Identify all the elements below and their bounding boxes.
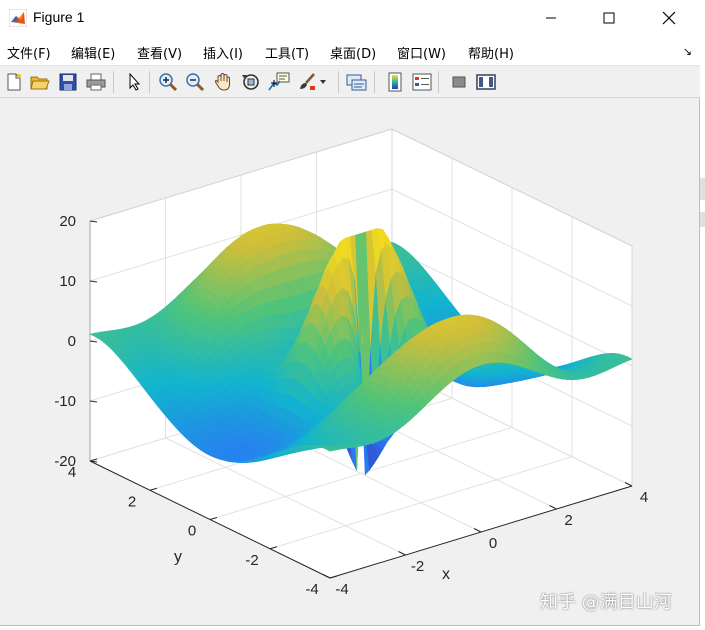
toolbar-separator xyxy=(374,71,375,93)
data-cursor-button[interactable] xyxy=(268,71,290,93)
minimize-icon xyxy=(546,17,556,19)
save-icon xyxy=(59,73,77,91)
data-cursor-icon xyxy=(268,72,290,91)
brush-button[interactable] xyxy=(296,71,318,93)
zoom-out-button[interactable] xyxy=(184,71,206,93)
open-file-button[interactable] xyxy=(29,71,51,93)
dock-arrow-icon[interactable]: ↘ xyxy=(683,45,692,58)
background-window-tab xyxy=(700,178,705,200)
toolbar-separator xyxy=(438,71,439,93)
watermark-text: 知乎 @满目山河 xyxy=(540,592,672,613)
zoom-out-icon xyxy=(186,73,205,92)
edit-plot-button[interactable] xyxy=(123,71,145,93)
edit-plot-arrow-icon xyxy=(129,73,141,91)
save-button[interactable] xyxy=(57,71,79,93)
window-title: Figure 1 xyxy=(33,9,85,25)
link-plot-button[interactable] xyxy=(346,71,368,93)
print-button[interactable] xyxy=(85,71,107,93)
link-plot-icon xyxy=(346,74,367,91)
print-icon xyxy=(86,73,106,91)
show-plot-tools-icon xyxy=(476,74,496,90)
menu-bar: 文件(F) 编辑(E) 查看(V) 插入(I) 工具(T) 桌面(D) 窗口(W… xyxy=(0,36,700,66)
menu-edit[interactable]: 编辑(E) xyxy=(71,43,115,62)
z-tick-label: -10 xyxy=(54,393,76,410)
pan-button[interactable] xyxy=(212,71,234,93)
surface-chart[interactable]: -20-1001020-4-2024-4-2024xy xyxy=(0,98,699,625)
y-tick-label: -4 xyxy=(305,581,318,598)
menu-desktop[interactable]: 桌面(D) xyxy=(330,43,376,62)
y-axis-label: y xyxy=(174,549,182,566)
insert-colorbar-button[interactable] xyxy=(384,71,406,93)
new-figure-button[interactable] xyxy=(3,71,25,93)
open-file-icon xyxy=(30,76,50,90)
brush-dropdown-button[interactable] xyxy=(318,71,328,93)
brush-icon xyxy=(300,73,315,90)
y-tick-label: 2 xyxy=(128,493,136,510)
colorbar-icon xyxy=(388,72,402,92)
toolbar xyxy=(0,66,700,98)
show-plot-tools-button[interactable] xyxy=(475,71,497,93)
menu-insert[interactable]: 插入(I) xyxy=(203,43,243,62)
plot-area: -20 -10 0 10 20 -4 -2 0 2 4 -4 -2 0 2 4 x y xyxy=(0,98,699,625)
x-tick-label: 0 xyxy=(489,535,497,552)
zoom-in-button[interactable] xyxy=(157,71,179,93)
menu-help[interactable]: 帮助(H) xyxy=(468,43,514,62)
toolbar-separator xyxy=(113,71,114,93)
matlab-logo-icon xyxy=(9,9,27,27)
x-tick-label: 2 xyxy=(564,512,572,529)
z-tick-label: 0 xyxy=(68,333,76,350)
x-tick-label: -2 xyxy=(411,558,424,575)
menu-file[interactable]: 文件(F) xyxy=(7,43,51,62)
hide-plot-tools-icon xyxy=(452,76,466,88)
x-axis-label: x xyxy=(442,566,450,583)
pan-hand-icon xyxy=(214,72,230,91)
zoom-in-icon xyxy=(159,73,178,92)
toolbar-separator xyxy=(338,71,339,93)
x-tick-label: 4 xyxy=(640,489,648,506)
y-tick-label: 0 xyxy=(188,523,196,540)
toolbar-separator xyxy=(149,71,150,93)
menu-window[interactable]: 窗口(W) xyxy=(397,43,446,62)
menu-tools[interactable]: 工具(T) xyxy=(265,43,309,62)
figure-window: Figure 1 文件(F) 编辑(E) 查看(V) 插入(I) 工具(T) 桌… xyxy=(0,0,700,626)
insert-legend-button[interactable] xyxy=(411,71,433,93)
y-tick-label: 4 xyxy=(68,464,76,481)
y-tick-label: -2 xyxy=(245,552,258,569)
maximize-icon xyxy=(603,12,615,24)
x-tick-label: -4 xyxy=(335,581,348,598)
close-icon xyxy=(662,11,676,25)
background-window-tab xyxy=(700,212,705,227)
z-tick-label: 20 xyxy=(59,213,76,230)
title-bar[interactable]: Figure 1 xyxy=(0,0,700,36)
new-figure-icon xyxy=(7,73,21,91)
z-tick-label: 10 xyxy=(59,273,76,290)
background-window-edge xyxy=(700,0,705,630)
legend-icon xyxy=(412,73,432,91)
hide-plot-tools-button[interactable] xyxy=(448,71,470,93)
minimize-button[interactable] xyxy=(528,0,574,36)
rotate-3d-button[interactable] xyxy=(240,71,262,93)
close-button[interactable] xyxy=(646,0,692,36)
brush-dropdown-icon xyxy=(320,80,326,84)
menu-view[interactable]: 查看(V) xyxy=(137,43,182,62)
maximize-button[interactable] xyxy=(586,0,632,36)
rotate-3d-icon xyxy=(242,74,259,90)
